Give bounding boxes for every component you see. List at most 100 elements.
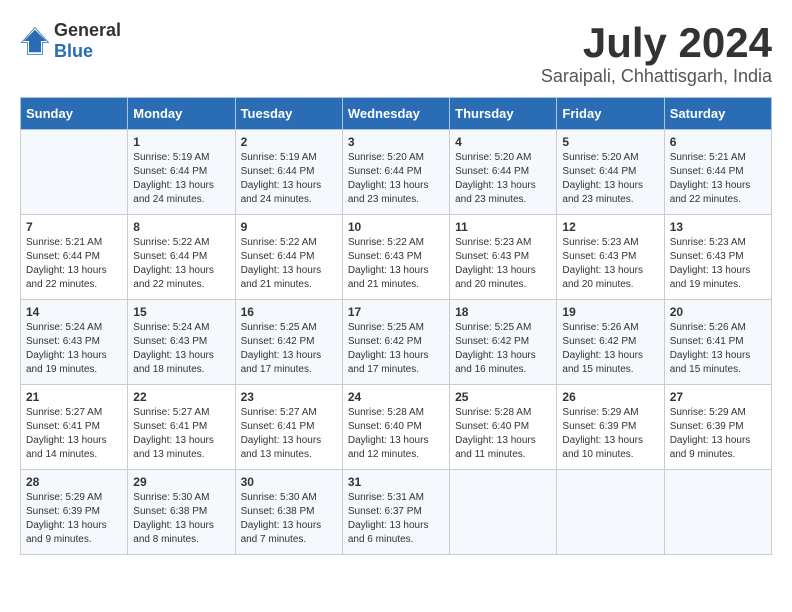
logo-icon <box>20 26 50 56</box>
day-number: 3 <box>348 135 444 149</box>
day-number: 25 <box>455 390 551 404</box>
month-year-title: July 2024 <box>541 20 772 66</box>
calendar-cell: 15 Sunrise: 5:24 AM Sunset: 6:43 PM Dayli… <box>128 300 235 385</box>
logo-blue: Blue <box>54 41 93 61</box>
calendar-cell: 30Sunrise: 5:30 AM Sunset: 6:38 PM Dayli… <box>235 470 342 555</box>
calendar-cell: 5 Sunrise: 5:20 AM Sunset: 6:44 PM Daylig… <box>557 130 664 215</box>
calendar-cell: 11Sunrise: 5:23 AM Sunset: 6:43 PM Dayli… <box>450 215 557 300</box>
calendar-cell: 2Sunrise: 5:19 AM Sunset: 6:44 PM Daylig… <box>235 130 342 215</box>
calendar-cell <box>664 470 771 555</box>
calendar-cell: 3 Sunrise: 5:20 AM Sunset: 6:44 PM Daylig… <box>342 130 449 215</box>
day-number: 22 <box>133 390 229 404</box>
day-info: Sunrise: 5:22 AM Sunset: 6:43 PM Dayligh… <box>348 236 444 292</box>
day-info: Sunrise: 5:22 AM Sunset: 6:44 PM Dayligh… <box>241 236 337 292</box>
calendar-cell: 29 Sunrise: 5:30 AM Sunset: 6:38 PM Dayli… <box>128 470 235 555</box>
calendar-table: SundayMondayTuesdayWednesdayThursdayFrid… <box>20 97 772 555</box>
calendar-cell: 25 Sunrise: 5:28 AM Sunset: 6:40 PM Dayli… <box>450 385 557 470</box>
calendar-week-row: 28 Sunrise: 5:29 AM Sunset: 6:39 PM Dayli… <box>21 470 772 555</box>
column-header-saturday: Saturday <box>664 98 771 130</box>
column-header-thursday: Thursday <box>450 98 557 130</box>
day-number: 17 <box>348 305 444 319</box>
column-header-tuesday: Tuesday <box>235 98 342 130</box>
column-header-friday: Friday <box>557 98 664 130</box>
calendar-cell: 27Sunrise: 5:29 AM Sunset: 6:39 PM Dayli… <box>664 385 771 470</box>
calendar-cell: 12Sunrise: 5:23 AM Sunset: 6:43 PM Dayli… <box>557 215 664 300</box>
day-number: 9 <box>241 220 337 234</box>
day-number: 21 <box>26 390 122 404</box>
day-info: Sunrise: 5:20 AM Sunset: 6:44 PM Dayligh… <box>562 151 658 207</box>
title-block: July 2024 Saraipali, Chhattisgarh, India <box>541 20 772 87</box>
day-number: 18 <box>455 305 551 319</box>
calendar-cell: 6Sunrise: 5:21 AM Sunset: 6:44 PM Daylig… <box>664 130 771 215</box>
column-header-monday: Monday <box>128 98 235 130</box>
day-info: Sunrise: 5:31 AM Sunset: 6:37 PM Dayligh… <box>348 491 444 547</box>
day-number: 7 <box>26 220 122 234</box>
day-info: Sunrise: 5:23 AM Sunset: 6:43 PM Dayligh… <box>670 236 766 292</box>
day-info: Sunrise: 5:24 AM Sunset: 6:43 PM Dayligh… <box>26 321 122 377</box>
column-header-sunday: Sunday <box>21 98 128 130</box>
calendar-cell: 14 Sunrise: 5:24 AM Sunset: 6:43 PM Dayli… <box>21 300 128 385</box>
day-info: Sunrise: 5:29 AM Sunset: 6:39 PM Dayligh… <box>562 406 658 462</box>
calendar-header-row: SundayMondayTuesdayWednesdayThursdayFrid… <box>21 98 772 130</box>
calendar-week-row: 7Sunrise: 5:21 AM Sunset: 6:44 PM Daylig… <box>21 215 772 300</box>
day-number: 15 <box>133 305 229 319</box>
day-number: 16 <box>241 305 337 319</box>
day-info: Sunrise: 5:30 AM Sunset: 6:38 PM Dayligh… <box>133 491 229 547</box>
day-number: 10 <box>348 220 444 234</box>
calendar-cell: 8 Sunrise: 5:22 AM Sunset: 6:44 PM Daylig… <box>128 215 235 300</box>
day-info: Sunrise: 5:22 AM Sunset: 6:44 PM Dayligh… <box>133 236 229 292</box>
day-info: Sunrise: 5:25 AM Sunset: 6:42 PM Dayligh… <box>455 321 551 377</box>
calendar-cell: 26 Sunrise: 5:29 AM Sunset: 6:39 PM Dayli… <box>557 385 664 470</box>
logo: General Blue <box>20 20 121 62</box>
day-info: Sunrise: 5:28 AM Sunset: 6:40 PM Dayligh… <box>348 406 444 462</box>
day-number: 5 <box>562 135 658 149</box>
day-number: 8 <box>133 220 229 234</box>
day-number: 30 <box>241 475 337 489</box>
day-info: Sunrise: 5:20 AM Sunset: 6:44 PM Dayligh… <box>348 151 444 207</box>
calendar-cell <box>450 470 557 555</box>
calendar-cell: 13 Sunrise: 5:23 AM Sunset: 6:43 PM Dayli… <box>664 215 771 300</box>
day-number: 4 <box>455 135 551 149</box>
day-number: 14 <box>26 305 122 319</box>
calendar-cell: 1 Sunrise: 5:19 AM Sunset: 6:44 PM Daylig… <box>128 130 235 215</box>
day-info: Sunrise: 5:28 AM Sunset: 6:40 PM Dayligh… <box>455 406 551 462</box>
calendar-cell: 10 Sunrise: 5:22 AM Sunset: 6:43 PM Dayli… <box>342 215 449 300</box>
day-info: Sunrise: 5:24 AM Sunset: 6:43 PM Dayligh… <box>133 321 229 377</box>
calendar-cell: 31 Sunrise: 5:31 AM Sunset: 6:37 PM Dayli… <box>342 470 449 555</box>
day-number: 26 <box>562 390 658 404</box>
column-header-wednesday: Wednesday <box>342 98 449 130</box>
calendar-cell: 4 Sunrise: 5:20 AM Sunset: 6:44 PM Daylig… <box>450 130 557 215</box>
day-number: 20 <box>670 305 766 319</box>
calendar-cell <box>21 130 128 215</box>
day-number: 29 <box>133 475 229 489</box>
logo-general: General <box>54 20 121 40</box>
day-number: 23 <box>241 390 337 404</box>
day-number: 12 <box>562 220 658 234</box>
day-number: 24 <box>348 390 444 404</box>
calendar-cell: 7Sunrise: 5:21 AM Sunset: 6:44 PM Daylig… <box>21 215 128 300</box>
day-info: Sunrise: 5:20 AM Sunset: 6:44 PM Dayligh… <box>455 151 551 207</box>
day-info: Sunrise: 5:27 AM Sunset: 6:41 PM Dayligh… <box>26 406 122 462</box>
day-number: 19 <box>562 305 658 319</box>
day-number: 1 <box>133 135 229 149</box>
day-info: Sunrise: 5:27 AM Sunset: 6:41 PM Dayligh… <box>241 406 337 462</box>
calendar-cell: 19 Sunrise: 5:26 AM Sunset: 6:42 PM Dayli… <box>557 300 664 385</box>
calendar-cell: 23 Sunrise: 5:27 AM Sunset: 6:41 PM Dayli… <box>235 385 342 470</box>
calendar-week-row: 1 Sunrise: 5:19 AM Sunset: 6:44 PM Daylig… <box>21 130 772 215</box>
day-number: 31 <box>348 475 444 489</box>
day-info: Sunrise: 5:19 AM Sunset: 6:44 PM Dayligh… <box>133 151 229 207</box>
day-number: 2 <box>241 135 337 149</box>
calendar-cell: 24 Sunrise: 5:28 AM Sunset: 6:40 PM Dayli… <box>342 385 449 470</box>
day-info: Sunrise: 5:26 AM Sunset: 6:42 PM Dayligh… <box>562 321 658 377</box>
day-number: 6 <box>670 135 766 149</box>
calendar-cell: 17 Sunrise: 5:25 AM Sunset: 6:42 PM Dayli… <box>342 300 449 385</box>
calendar-cell <box>557 470 664 555</box>
day-info: Sunrise: 5:29 AM Sunset: 6:39 PM Dayligh… <box>26 491 122 547</box>
calendar-week-row: 21 Sunrise: 5:27 AM Sunset: 6:41 PM Dayli… <box>21 385 772 470</box>
day-number: 13 <box>670 220 766 234</box>
day-info: Sunrise: 5:29 AM Sunset: 6:39 PM Dayligh… <box>670 406 766 462</box>
day-number: 28 <box>26 475 122 489</box>
calendar-cell: 9 Sunrise: 5:22 AM Sunset: 6:44 PM Daylig… <box>235 215 342 300</box>
day-info: Sunrise: 5:25 AM Sunset: 6:42 PM Dayligh… <box>348 321 444 377</box>
calendar-cell: 28 Sunrise: 5:29 AM Sunset: 6:39 PM Dayli… <box>21 470 128 555</box>
